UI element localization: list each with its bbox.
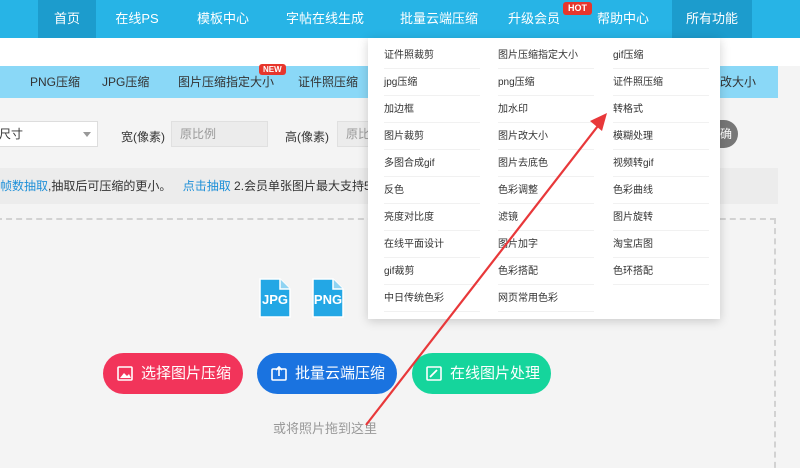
menu-item[interactable]: 证件照裁剪 [384,43,480,69]
menu-item[interactable]: 加边框 [384,97,480,123]
menu-item[interactable]: 淘宝店图 [613,232,709,258]
click-extract-link[interactable]: 点击抽取 [183,179,231,193]
top-nav: 首页 在线PS 模板中心 字帖在线生成 批量云端压缩 升级会员 帮助中心 所有功… [0,0,800,38]
menu-item[interactable]: 证件照压缩 [613,70,709,96]
hot-badge: HOT [563,2,592,15]
chevron-down-icon [83,132,91,137]
size-select-value: 尺寸 [0,127,24,141]
edit-image-icon [426,366,442,381]
menu-item[interactable]: 反色 [384,178,480,204]
jpg-label: JPG [261,292,288,307]
image-icon [117,366,133,381]
menu-item[interactable]: 色彩搭配 [498,259,594,285]
menu-item[interactable]: 视频转gif [613,151,709,177]
menu-item[interactable]: 加水印 [498,97,594,123]
menu-item[interactable]: 图片改大小 [498,124,594,150]
drop-hint: 或将照片拖到这里 [273,421,378,436]
menu-item[interactable]: png压缩 [498,70,594,96]
nav-online-ps[interactable]: 在线PS [105,0,169,38]
menu-item[interactable]: 网页常用色彩 [498,286,594,312]
menu-item[interactable]: 图片加字 [498,232,594,258]
menu-item[interactable]: 图片裁剪 [384,124,480,150]
notice-text-1: ,抽取后可压缩的更小。 [48,179,172,193]
upload-icon [271,366,287,381]
menu-item[interactable]: 图片旋转 [613,205,709,231]
menu-item[interactable]: gif裁剪 [384,259,480,285]
nav-help-center[interactable]: 帮助中心 [590,0,656,38]
menu-item[interactable]: 中日传统色彩 [384,286,480,312]
select-image-compress-label: 选择图片压缩 [141,365,232,382]
nav-home[interactable]: 首页 [38,0,96,38]
menu-item[interactable]: 色彩调整 [498,178,594,204]
size-select[interactable]: 尺寸 [0,121,98,147]
menu-item[interactable]: 图片去底色 [498,151,594,177]
menu-item-convert-format[interactable]: 转格式 [613,97,709,123]
jpg-file-icon: JPG [258,277,292,319]
tab-png-compress[interactable]: PNG压缩 [30,66,80,98]
all-features-menu: 证件照裁剪 图片压缩指定大小 gif压缩 jpg压缩 png压缩 证件照压缩 加… [368,38,720,319]
nav-template-center[interactable]: 模板中心 [185,0,261,38]
tab-resize[interactable]: 改大小 [720,66,756,98]
width-label: 宽(像素) [121,130,165,144]
menu-item[interactable]: gif压缩 [613,43,709,69]
menu-item[interactable]: 色彩曲线 [613,178,709,204]
menu-item[interactable]: 亮度对比度 [384,205,480,231]
menu-item[interactable]: 在线平面设计 [384,232,480,258]
batch-cloud-compress-button[interactable]: 批量云端压缩 [257,353,397,394]
png-label: PNG [313,292,343,307]
batch-cloud-compress-label: 批量云端压缩 [295,365,386,382]
tab-id-photo-compress[interactable]: 证件照压缩 [298,66,358,98]
menu-item[interactable]: 图片压缩指定大小 [498,43,594,69]
menu-item[interactable]: 模糊处理 [613,124,709,150]
width-input[interactable]: 原比例 [171,121,268,147]
height-label: 高(像素) [285,130,329,144]
menu-item[interactable]: 多图合成gif [384,151,480,177]
menu-item[interactable]: 滤镜 [498,205,594,231]
nav-copybook[interactable]: 字帖在线生成 [275,0,375,38]
nav-cloud-compress[interactable]: 批量云端压缩 [388,0,490,38]
new-badge: NEW [259,64,286,75]
nav-upgrade-vip[interactable]: 升级会员 [500,0,568,38]
menu-item[interactable]: jpg压缩 [384,70,480,96]
menu-item[interactable]: 色环搭配 [613,259,709,285]
online-image-process-button[interactable]: 在线图片处理 [412,353,551,394]
select-image-compress-button[interactable]: 选择图片压缩 [103,353,243,394]
nav-all-features[interactable]: 所有功能 [672,0,752,38]
tab-jpg-compress[interactable]: JPG压缩 [102,66,149,98]
frame-extract-link[interactable]: 帧数抽取 [0,179,48,193]
online-image-process-label: 在线图片处理 [450,365,541,382]
png-file-icon: PNG [311,277,345,319]
